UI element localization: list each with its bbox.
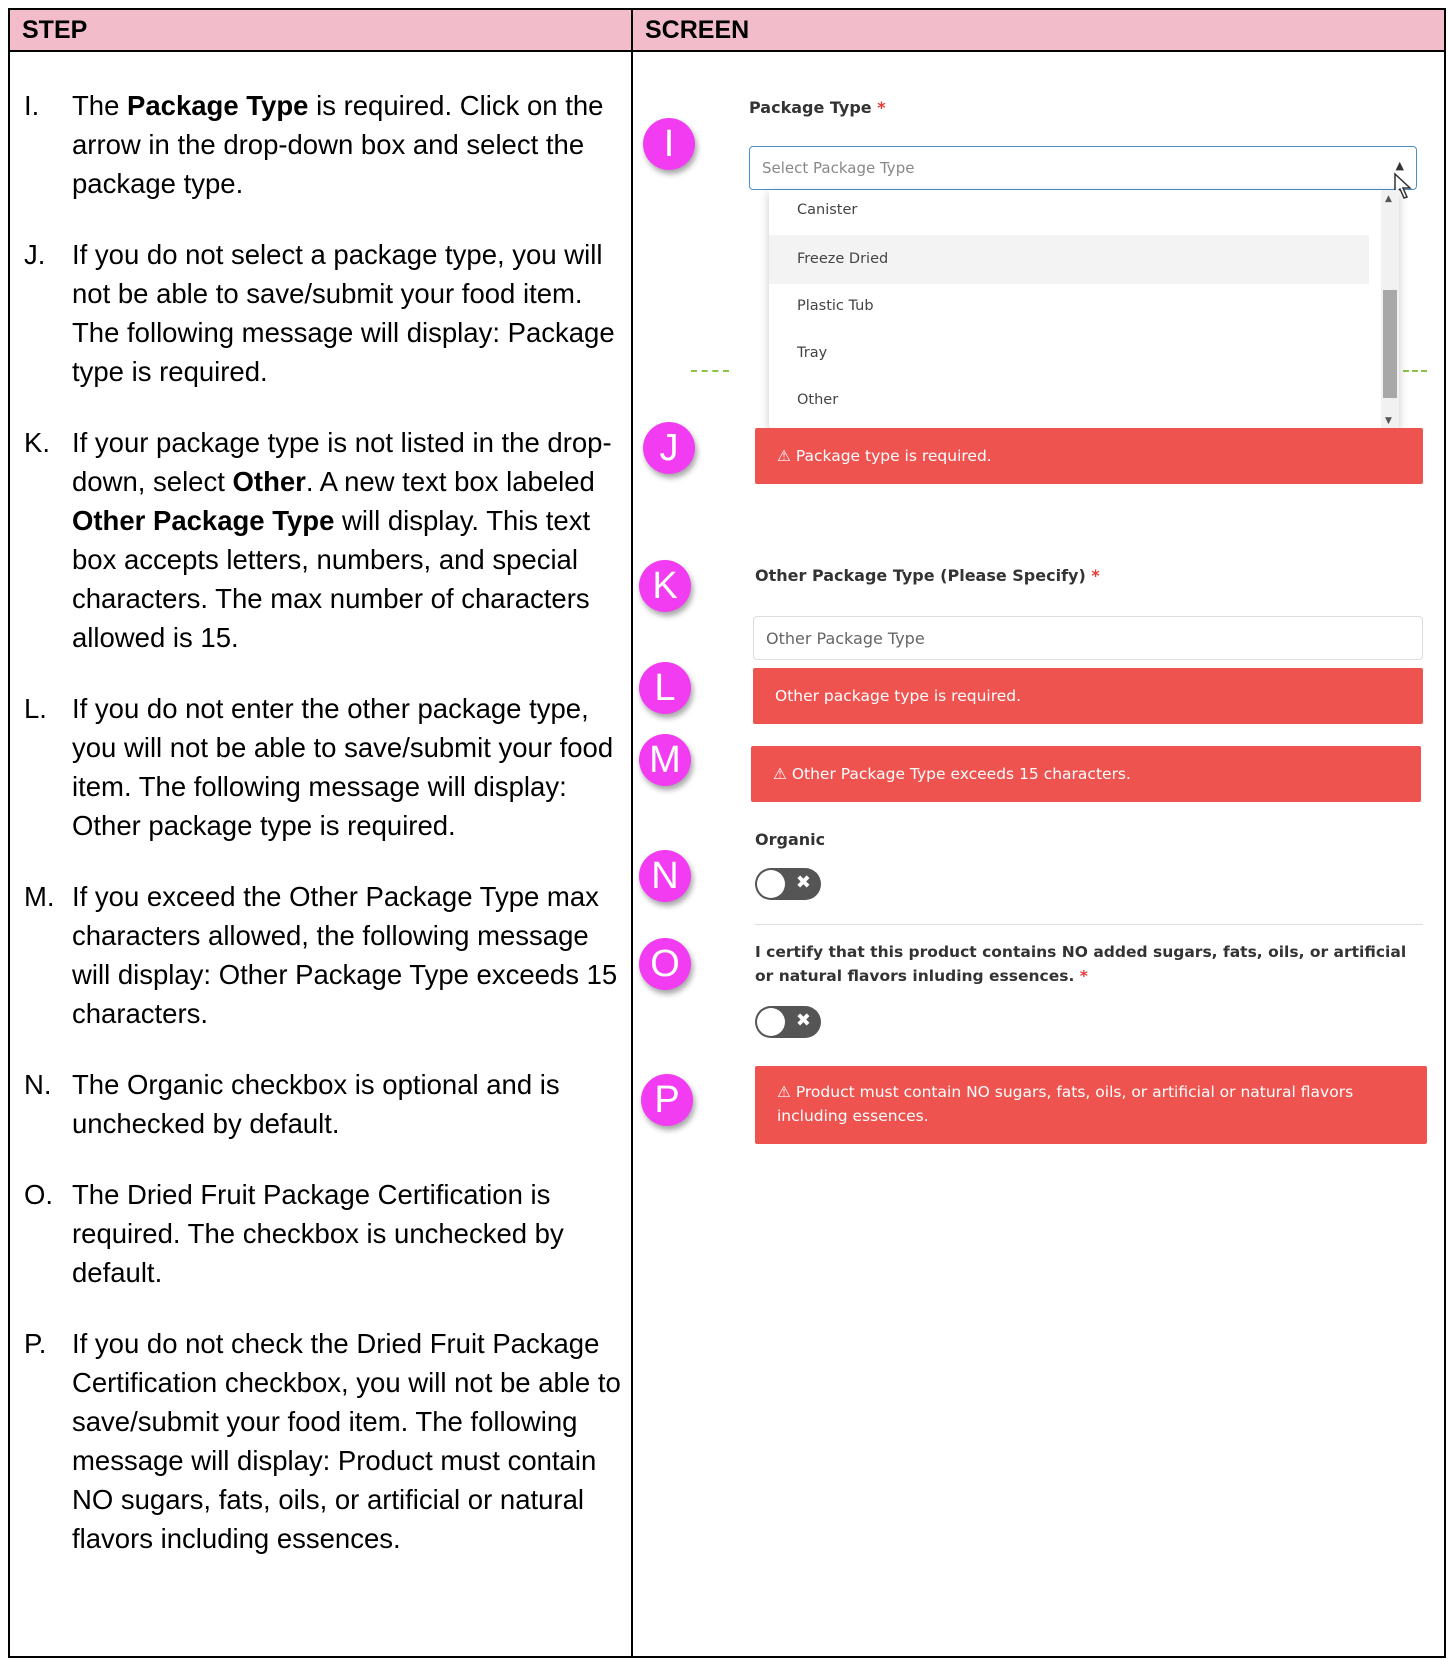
step-letter: P. — [24, 1328, 47, 1359]
toggle-knob — [757, 870, 785, 898]
dashed-guide-right — [1403, 370, 1427, 372]
dashed-guide-left — [691, 370, 729, 372]
step-item: P. If you do not check the Dried Fruit Pa… — [24, 1324, 624, 1558]
step-item: I. The Package Type is required. Click on… — [24, 86, 624, 203]
close-icon: ✖ — [795, 1010, 811, 1031]
dropdown-option-tray[interactable]: Tray — [769, 329, 1369, 378]
step-text: If you do not check the Dried Fruit Pack… — [72, 1328, 621, 1554]
certification-toggle[interactable]: ✖ — [755, 1006, 821, 1038]
dropdown-option-other[interactable]: Other — [769, 376, 1369, 425]
scroll-up-icon[interactable]: ▲ — [1385, 194, 1392, 204]
required-marker: * — [1079, 967, 1088, 985]
step-text: If your package type is not listed in th… — [72, 427, 612, 653]
certification-label: I certify that this product contains NO … — [755, 943, 1407, 985]
step-item: J. If you do not select a package type, y… — [24, 235, 624, 391]
scroll-down-icon[interactable]: ▼ — [1385, 416, 1392, 426]
header-step: STEP — [22, 16, 88, 44]
badge-k: K — [639, 560, 691, 612]
caret-up-icon[interactable]: ▲ — [1396, 159, 1404, 172]
step-letter: L. — [24, 693, 47, 724]
package-type-select[interactable]: Select Package Type ▲ — [749, 146, 1417, 190]
close-icon: ✖ — [795, 872, 811, 893]
badge-i: I — [643, 118, 695, 170]
step-letter: K. — [24, 427, 50, 458]
scrollbar-thumb[interactable] — [1383, 290, 1397, 398]
steps-column: I. The Package Type is required. Click on… — [24, 86, 624, 1590]
dropdown-scrollbar[interactable]: ▲ ▼ — [1381, 190, 1399, 430]
table-header: STEP SCREEN — [10, 10, 1444, 52]
package-type-dropdown: Canister Freeze Dried Plastic Tub Tray O… — [769, 190, 1399, 430]
step-text: If you do not select a package type, you… — [72, 239, 615, 387]
alert-other-exceeds: ⚠ Other Package Type exceeds 15 characte… — [751, 746, 1421, 802]
badge-l: L — [639, 662, 691, 714]
header-screen: SCREEN — [645, 16, 750, 44]
badge-n: N — [639, 850, 691, 902]
package-type-label: Package Type * — [749, 98, 886, 117]
step-letter: N. — [24, 1069, 52, 1100]
dropdown-option-canister[interactable]: Canister — [769, 190, 1369, 235]
step-item: O. The Dried Fruit Package Certification … — [24, 1175, 624, 1292]
select-placeholder: Select Package Type — [762, 159, 915, 177]
step-text: If you do not enter the other package ty… — [72, 693, 614, 841]
step-letter: J. — [24, 239, 46, 270]
badge-p: P — [641, 1074, 693, 1126]
step-text: The Organic checkbox is optional and is … — [72, 1069, 560, 1139]
required-marker: * — [877, 98, 886, 117]
required-marker: * — [1091, 566, 1100, 585]
screen-column: I Package Type * Select Package Type ▲ C… — [633, 52, 1446, 1658]
toggle-knob — [757, 1008, 785, 1036]
divider — [755, 924, 1423, 925]
badge-o: O — [639, 938, 691, 990]
step-item: N. The Organic checkbox is optional and i… — [24, 1065, 624, 1143]
step-letter: O. — [24, 1179, 54, 1210]
step-item: M. If you exceed the Other Package Type m… — [24, 877, 624, 1033]
dropdown-option-freeze-dried[interactable]: Freeze Dried — [769, 235, 1369, 284]
badge-m: M — [639, 734, 691, 786]
alert-other-required: Other package type is required. — [753, 668, 1423, 724]
step-item: K. If your package type is not listed in … — [24, 423, 624, 657]
instruction-table: STEP SCREEN I. The Package Type is requir… — [8, 8, 1446, 1658]
other-package-type-input[interactable]: Other Package Type — [753, 616, 1423, 660]
other-package-type-label: Other Package Type (Please Specify) * — [755, 566, 1100, 585]
step-text: If you exceed the Other Package Type max… — [72, 881, 618, 1029]
dropdown-option-plastic-tub[interactable]: Plastic Tub — [769, 282, 1369, 331]
step-text: The Package Type is required. Click on t… — [72, 90, 604, 199]
step-letter: M. — [24, 881, 55, 912]
step-item: L. If you do not enter the other package … — [24, 689, 624, 845]
step-letter: I. — [24, 90, 40, 121]
alert-certification: ⚠ Product must contain NO sugars, fats, … — [755, 1066, 1427, 1144]
alert-package-required: ⚠ Package type is required. — [755, 428, 1423, 484]
organic-toggle[interactable]: ✖ — [755, 868, 821, 900]
step-text: The Dried Fruit Package Certification is… — [72, 1179, 564, 1288]
organic-label: Organic — [755, 830, 826, 849]
badge-j: J — [643, 422, 695, 474]
other-package-type-placeholder: Other Package Type — [766, 629, 925, 648]
